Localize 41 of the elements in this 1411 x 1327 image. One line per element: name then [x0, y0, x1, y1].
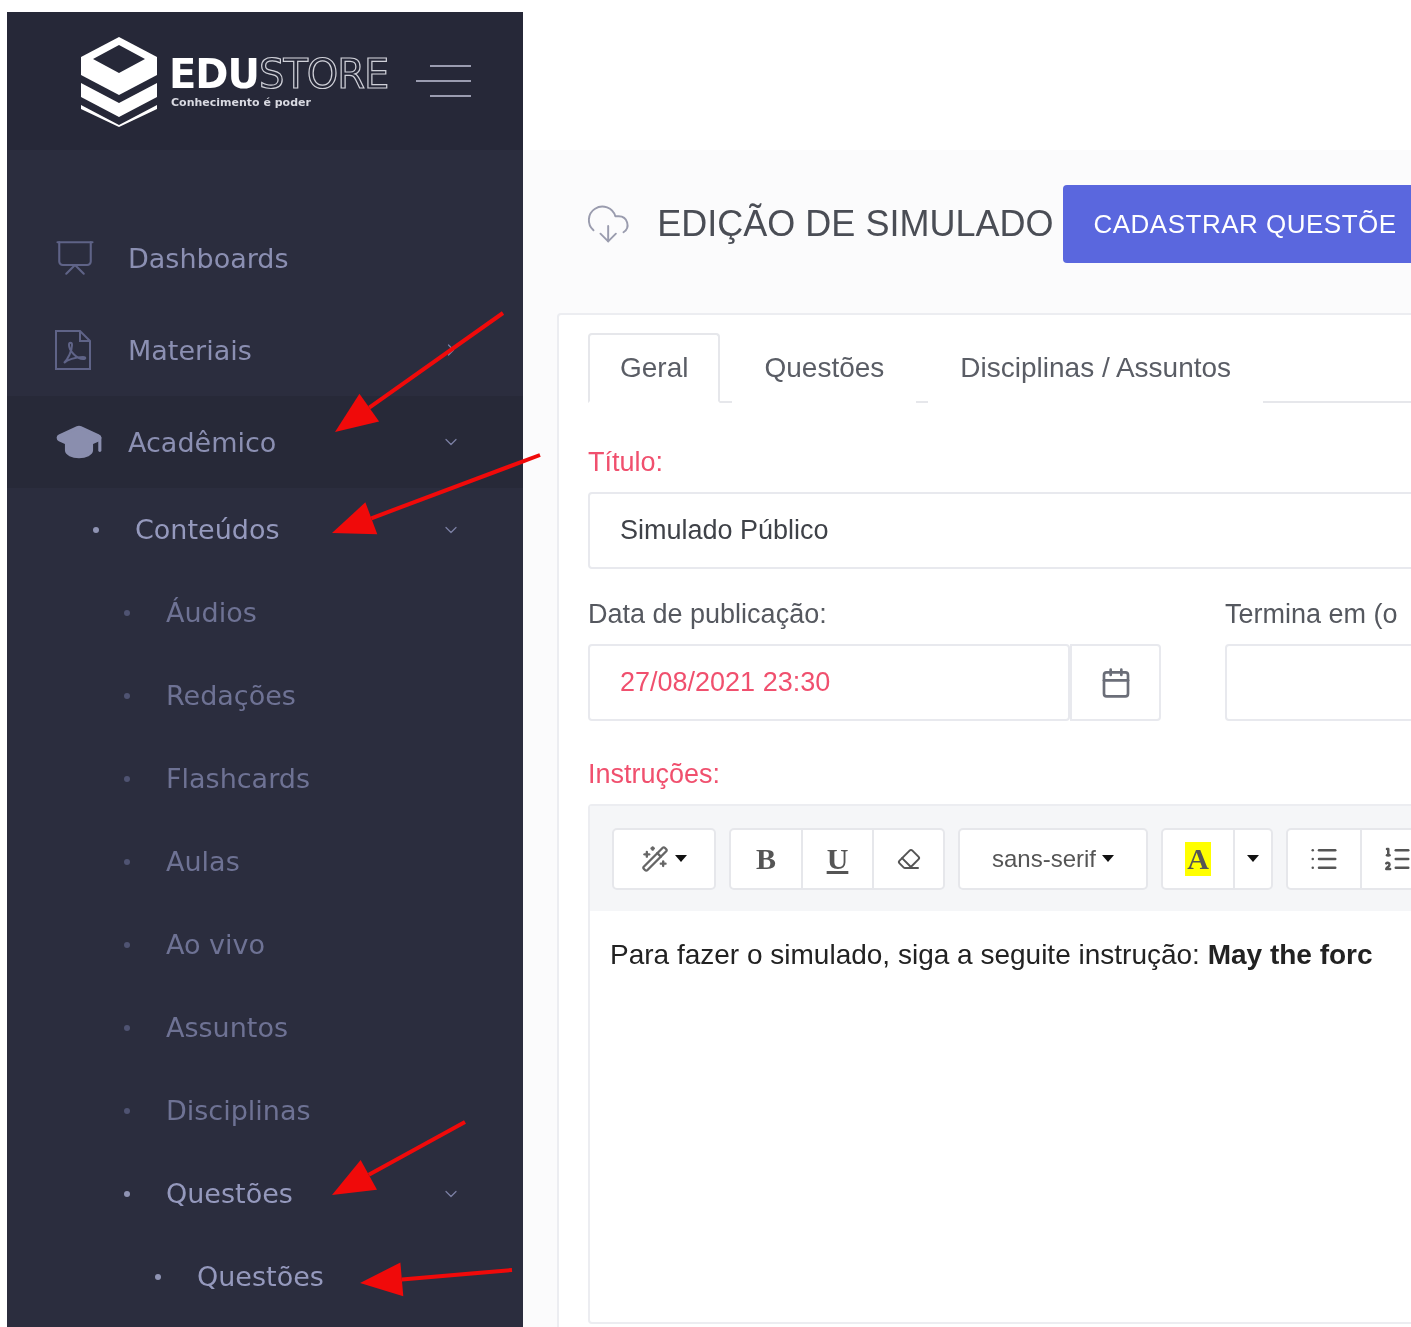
caret-icon [1247, 855, 1259, 862]
menu-item[interactable]: Ao vivo [166, 929, 461, 960]
calendar-button[interactable] [1070, 644, 1161, 721]
bold-button[interactable]: B [731, 829, 801, 888]
menu-item[interactable]: Áudios [166, 597, 461, 628]
magic-wand-icon [641, 844, 669, 873]
menu-item[interactable]: Assuntos [166, 1012, 461, 1043]
pdf-file-icon [54, 329, 92, 371]
stacked-box-logo-icon [79, 35, 159, 127]
menu-item[interactable]: Aulas [166, 846, 461, 877]
menu-item[interactable]: Questões [197, 1261, 461, 1292]
title-input-field[interactable]: Simulado Público [588, 492, 1411, 569]
underline-button[interactable]: U [801, 829, 872, 888]
logo-text: EDU [169, 53, 259, 94]
field-label: Instruções: [588, 759, 722, 790]
tab[interactable]: Geral [588, 333, 721, 403]
register-questions-button[interactable]: CADASTRAR QUESTÕE [1063, 185, 1411, 263]
menu-item[interactable]: Redações [166, 680, 461, 711]
eraser-icon [896, 846, 921, 871]
underline-icon: U [826, 841, 849, 876]
menu-item[interactable]: Disciplinas [166, 1095, 461, 1126]
date-input-field[interactable]: 27/08/2021 23:30 [588, 644, 1070, 721]
logo-text: STORE [259, 53, 389, 94]
font-family-dropdown[interactable]: sans-serif [960, 829, 1146, 888]
highlight-letter-icon: A [1185, 841, 1211, 876]
field-label: Data de publicação: [588, 599, 828, 630]
menu-item[interactable]: Materiais [128, 334, 441, 366]
field-label: Termina em (o [1225, 599, 1399, 630]
logo-tagline: Conhecimento é poder [171, 95, 312, 109]
numbered-list-button[interactable] [1360, 829, 1411, 888]
menu-item[interactable]: Flashcards [166, 763, 461, 794]
caret-icon [1102, 855, 1114, 862]
editor-text: Para fazer o simulado, siga a seguite instrução: May the forc [609, 938, 1374, 971]
bold-icon: B [756, 841, 776, 876]
field-label: Título: [588, 447, 665, 478]
page-title: EDIÇÃO DE SIMULADO [657, 203, 1054, 245]
caret-icon [675, 855, 687, 862]
menu-item[interactable]: Questões [166, 1178, 441, 1209]
menu-icon[interactable] [416, 65, 473, 97]
menu-item[interactable]: Dashboards [128, 242, 461, 274]
menu-item[interactable]: Conteúdos [135, 514, 441, 545]
